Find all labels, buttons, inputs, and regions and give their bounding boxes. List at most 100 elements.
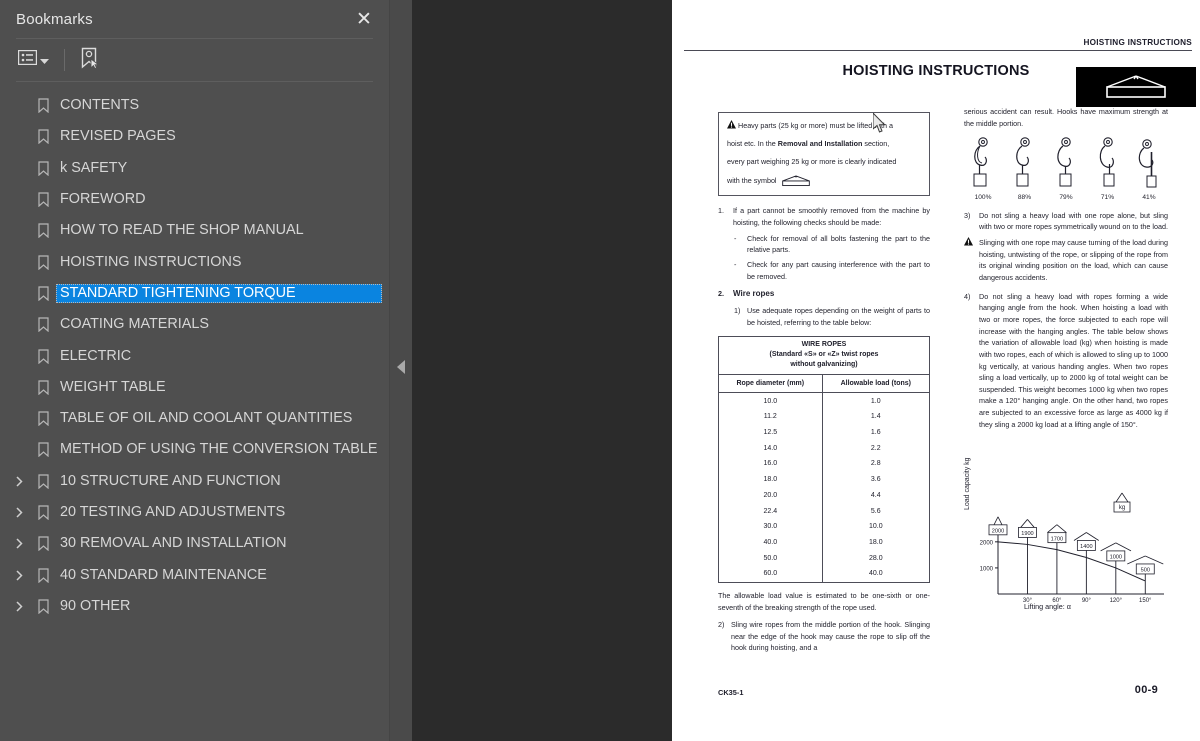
chart-load-marker: 1900 [1018,519,1037,538]
bookmark-item-how-to-read-the-shop-manual[interactable]: HOW TO READ THE SHOP MANUAL [0,215,389,246]
sub-item-1: 1) Use adequate ropes depending on the w… [734,305,930,328]
pdf-page: HOISTING INSTRUCTIONS HOISTING INSTRUCTI… [672,0,1200,741]
table-row: 10.0 1.0 [718,392,931,410]
bookmark-item-hoisting-instructions[interactable]: HOISTING INSTRUCTIONS [0,246,389,277]
hook-figure: 79% [1049,136,1083,203]
close-icon[interactable]: ✕ [353,8,375,30]
cell-allowable-load: 1.0 [821,392,931,410]
bookmark-item-table-of-oil-and-coolant-quantities[interactable]: TABLE OF OIL AND COOLANT QUANTITIES [0,403,389,434]
list-item-4: 4) Do not sling a heavy load with ropes … [964,291,1168,431]
cell-rope-diameter: 12.5 [718,424,823,441]
hoisting-symbol-icon [1106,75,1166,98]
bullet-text: Check for removal of all bolts fastening… [747,233,930,255]
bullet-marker: - [734,233,737,243]
chart-x-tick-label: 90° [1082,598,1092,602]
bookmark-item-40-standard-maintenance[interactable]: 40 STANDARD MAINTENANCE [0,559,389,590]
bookmark-item-label: WEIGHT TABLE [60,378,166,395]
bookmark-item-30-removal-and-installation[interactable]: 30 REMOVAL AND INSTALLATION [0,528,389,559]
warning-line-3: every part weighing 25 kg or more is cle… [727,157,897,167]
bookmark-item-coating-materials[interactable]: COATING MATERIALS [0,309,389,340]
column-header-load: Allowable load (tons) [821,374,931,394]
chart-sling-lines [1073,532,1099,541]
bookmark-icon [30,474,56,489]
chart-unit-sling [1115,492,1129,503]
warning-line-2: hoist etc. In the Removal and Installati… [727,139,890,149]
bookmark-item-label: ELECTRIC [60,347,132,364]
cell-allowable-load: 3.6 [821,471,931,488]
page-column-right: serious accident can result. Hooks have … [964,106,1168,434]
cell-rope-diameter: 18.0 [718,471,823,488]
bookmark-item-standard-tightening-torque[interactable]: STANDARD TIGHTENING TORQUE [0,278,389,309]
bookmark-icon [30,380,56,395]
chart-point-label: 2000 [992,528,1004,534]
running-head: HOISTING INSTRUCTIONS [1083,38,1192,47]
pdf-reader-window: Bookmarks ✕ CONTENTS REVISED PAGES k SAF… [0,0,1200,741]
load-capacity-chart: Load capacity kg Lifting angle: α 1000 20… [964,457,1168,612]
hook-strength-diagram: 100% 88% 79% 71% 41% [966,136,1166,203]
page-footer-left: CK35-1 [718,688,744,697]
bookmark-icon [30,505,56,520]
bookmark-item-10-structure-and-function[interactable]: 10 STRUCTURE AND FUNCTION [0,466,389,497]
cell-allowable-load: 18.0 [821,534,931,551]
chart-x-tick-label: 120° [1110,598,1123,602]
bookmark-options-icon [17,49,38,70]
chevron-right-icon[interactable] [8,507,30,518]
cell-allowable-load: 10.0 [821,519,931,535]
bookmark-options-button[interactable] [16,47,51,73]
cell-rope-diameter: 22.4 [718,503,823,520]
chevron-right-icon[interactable] [8,570,30,581]
chart-sling-lines [1127,555,1164,565]
bookmark-item-90-other[interactable]: 90 OTHER [0,591,389,622]
bookmark-list[interactable]: CONTENTS REVISED PAGES k SAFETY FOREWORD HOW… [0,82,389,741]
bookmark-item-k-safety[interactable]: k SAFETY [0,153,389,184]
table-row: 12.5 1.6 [718,424,931,441]
hoisting-symbol-box [1076,67,1196,107]
collapse-left-triangle-icon[interactable] [397,360,405,374]
bookmark-icon [30,98,56,114]
bookmark-item-label: HOISTING INSTRUCTIONS [60,253,242,270]
chevron-right-icon[interactable] [8,601,30,612]
bookmark-item-label: COATING MATERIALS [60,316,209,333]
bookmark-item-label: 20 TESTING AND ADJUSTMENTS [60,504,286,520]
continuation-text: serious accident can result. Hooks have … [964,107,1168,128]
cell-allowable-load: 1.6 [821,424,931,441]
chevron-right-icon[interactable] [8,538,30,549]
panel-splitter[interactable] [390,0,412,741]
bookmark-item-revised-pages[interactable]: REVISED PAGES [0,121,389,152]
bookmark-item-label: CONTENTS [60,97,140,114]
bookmark-item-weight-table[interactable]: WEIGHT TABLE [0,372,389,403]
bookmark-item-electric[interactable]: ELECTRIC [0,340,389,371]
warning-text: Slinging with one rope may cause turning… [979,237,1168,282]
chart-point-label: 1400 [1080,544,1092,550]
table-row: 40.0 18.0 [718,534,931,551]
bookmark-item-contents[interactable]: CONTENTS [0,90,389,121]
bookmark-icon [30,442,56,458]
item-heading: Wire ropes [733,289,775,299]
bookmark-item-label: 40 STANDARD MAINTENANCE [60,566,267,583]
chevron-right-icon[interactable] [8,476,30,487]
warning-triangle-icon [964,236,979,284]
list-item-3-warning: Slinging with one rope may cause turning… [964,236,1168,284]
bookmark-item-20-testing-and-adjustments[interactable]: 20 TESTING AND ADJUSTMENTS [0,497,389,528]
cell-rope-diameter: 40.0 [718,534,823,551]
table-row: 11.2 1.4 [718,409,931,425]
page-column-left: Heavy parts (25 kg or more) must be lift… [718,112,931,657]
bookmark-item-foreword[interactable]: FOREWORD [0,184,389,215]
bookmark-item-method-of-using-the-conversion-table[interactable]: METHOD OF USING THE CONVERSION TABLE [0,434,389,465]
hook-percent: 100% [974,193,992,201]
new-bookmark-button[interactable] [78,47,102,73]
hook-figure: 71% [1091,136,1125,203]
cell-allowable-load: 2.8 [821,456,931,472]
cell-allowable-load: 4.4 [821,487,931,504]
bookmark-item-label: 90 OTHER [60,597,131,614]
bookmarks-panel-header: Bookmarks ✕ [0,0,389,38]
list-item-2: 2. Wire ropes [718,288,930,301]
bookmark-icon [30,567,56,583]
chart-sling-lines [993,516,1003,526]
bookmark-icon [30,286,56,301]
bookmark-item-label: k SAFETY [60,159,128,176]
new-bookmark-icon [80,47,100,74]
document-viewer[interactable]: HOISTING INSTRUCTIONS HOISTING INSTRUCTI… [412,0,1200,741]
chart-load-marker: 1700 [1047,524,1067,544]
cell-allowable-load: 2.2 [821,440,931,457]
